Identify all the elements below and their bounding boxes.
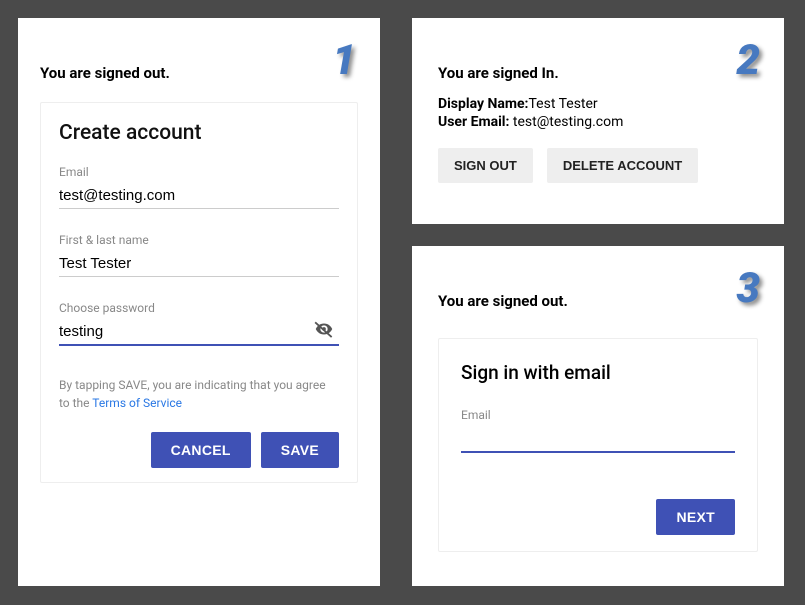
user-email-label: User Email: [438, 114, 513, 130]
step-number-2: 2 [736, 36, 758, 85]
email-field-group: Email [461, 408, 735, 453]
card-title: Sign in with email [461, 361, 735, 384]
create-account-card: Create account Email First & last name C… [40, 102, 358, 483]
display-name-value: Test Tester [529, 96, 598, 112]
password-input[interactable] [59, 319, 339, 346]
panel-signed-in: 2 You are signed In. Display Name:Test T… [412, 18, 784, 224]
panel-create-account: 1 You are signed out. Create account Ema… [18, 18, 380, 586]
sign-out-button[interactable]: SIGN OUT [438, 148, 533, 183]
status-text: You are signed out. [40, 64, 358, 82]
button-row: NEXT [461, 499, 735, 535]
display-name-label: Display Name: [438, 96, 529, 112]
visibility-off-icon[interactable] [313, 318, 335, 340]
password-field-group: Choose password [59, 301, 339, 346]
email-label: Email [461, 408, 735, 422]
user-info: Display Name:Test Tester User Email: tes… [438, 96, 758, 130]
name-label: First & last name [59, 233, 339, 247]
password-label: Choose password [59, 301, 339, 315]
display-name-line: Display Name:Test Tester [438, 96, 758, 112]
status-text: You are signed out. [438, 292, 758, 310]
sign-in-card: Sign in with email Email NEXT [438, 338, 758, 552]
name-input[interactable] [59, 251, 339, 277]
email-field-group: Email [59, 165, 339, 209]
step-number-3: 3 [736, 264, 758, 313]
save-button[interactable]: SAVE [261, 432, 339, 468]
card-title: Create account [59, 121, 339, 145]
delete-account-button[interactable]: DELETE ACCOUNT [547, 148, 698, 183]
button-row: CANCEL SAVE [59, 432, 339, 468]
next-button[interactable]: NEXT [656, 499, 735, 535]
button-row: SIGN OUT DELETE ACCOUNT [438, 148, 758, 183]
panel-sign-in: 3 You are signed out. Sign in with email… [412, 246, 784, 586]
cancel-button[interactable]: CANCEL [151, 432, 251, 468]
name-field-group: First & last name [59, 233, 339, 277]
tos-text: By tapping SAVE, you are indicating that… [59, 376, 339, 412]
step-number-1: 1 [332, 36, 354, 85]
user-email-line: User Email: test@testing.com [438, 114, 758, 130]
email-label: Email [59, 165, 339, 179]
email-input[interactable] [461, 426, 735, 453]
user-email-value: test@testing.com [513, 114, 623, 130]
tos-link[interactable]: Terms of Service [92, 396, 182, 410]
email-input[interactable] [59, 183, 339, 209]
status-text: You are signed In. [438, 64, 758, 82]
